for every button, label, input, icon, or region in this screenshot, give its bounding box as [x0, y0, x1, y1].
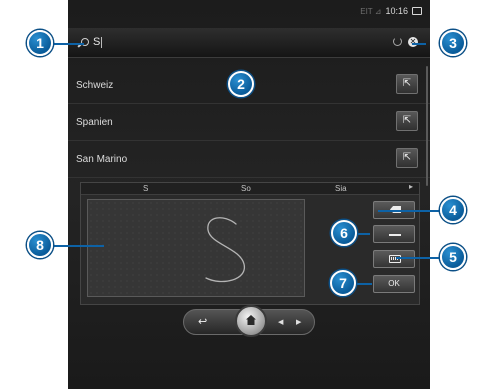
- insert-arrow-button[interactable]: ⇱: [396, 74, 418, 94]
- callout-leader: [54, 245, 104, 247]
- home-button[interactable]: [235, 305, 267, 337]
- scrollbar[interactable]: [426, 66, 428, 186]
- list-item[interactable]: San Marino ⇱: [68, 141, 430, 178]
- callout-leader: [54, 43, 84, 45]
- handwritten-stroke: [205, 217, 245, 283]
- callout-marker: 6: [331, 220, 357, 246]
- handwriting-panel: S So Sia ▸ OK: [80, 182, 420, 305]
- callout-marker: 3: [440, 30, 466, 56]
- next-button[interactable]: ▶: [296, 318, 301, 326]
- back-button[interactable]: ↩: [198, 317, 208, 328]
- more-suggestions-button[interactable]: ▸: [409, 182, 413, 191]
- ok-button[interactable]: OK: [373, 275, 415, 293]
- space-icon: [389, 234, 401, 236]
- previous-button[interactable]: ◀: [278, 318, 283, 326]
- callout-marker: 1: [27, 30, 53, 56]
- callout-leader: [412, 43, 426, 45]
- callout-leader: [358, 233, 370, 235]
- status-indicators: EIT ⊿: [360, 6, 382, 16]
- space-button[interactable]: [373, 225, 415, 243]
- insert-arrow-button[interactable]: ⇱: [396, 148, 418, 168]
- callout-leader: [396, 257, 440, 259]
- callout-leader: [378, 210, 440, 212]
- suggestion-item[interactable]: So: [241, 184, 251, 194]
- search-bar[interactable]: S ✕: [68, 28, 430, 58]
- close-circle-icon[interactable]: ✕: [408, 37, 418, 47]
- list-item[interactable]: Spanien ⇱: [68, 104, 430, 141]
- callout-marker: 8: [27, 232, 53, 258]
- callout-marker: 4: [440, 197, 466, 223]
- callout-marker: 2: [228, 71, 254, 97]
- status-time: 10:16: [385, 6, 408, 16]
- envelope-icon: [412, 7, 422, 15]
- refresh-icon[interactable]: [393, 37, 402, 46]
- list-item-label: San Marino: [76, 153, 128, 165]
- navigation-bar: ↩ ◀ ▶: [183, 305, 315, 337]
- callout-leader: [354, 283, 372, 285]
- handwriting-area[interactable]: [87, 199, 305, 297]
- insert-arrow-button[interactable]: ⇱: [396, 111, 418, 131]
- keyboard-toggle-button[interactable]: [373, 250, 415, 268]
- callout-marker: 7: [330, 270, 356, 296]
- home-icon: [246, 315, 256, 325]
- list-item-label: Spanien: [76, 116, 113, 128]
- callout-marker: 5: [440, 244, 466, 270]
- suggestion-item[interactable]: Sia: [335, 184, 347, 194]
- suggestion-item[interactable]: S: [143, 184, 148, 194]
- status-bar: EIT ⊿ 10:16: [360, 4, 422, 18]
- suggestion-bar: S So Sia ▸: [81, 182, 419, 195]
- device-screen: EIT ⊿ 10:16 S ✕ Schweiz ⇱ Spanien ⇱ San …: [68, 0, 430, 389]
- list-item-label: Schweiz: [76, 79, 114, 91]
- search-input[interactable]: S: [93, 37, 103, 48]
